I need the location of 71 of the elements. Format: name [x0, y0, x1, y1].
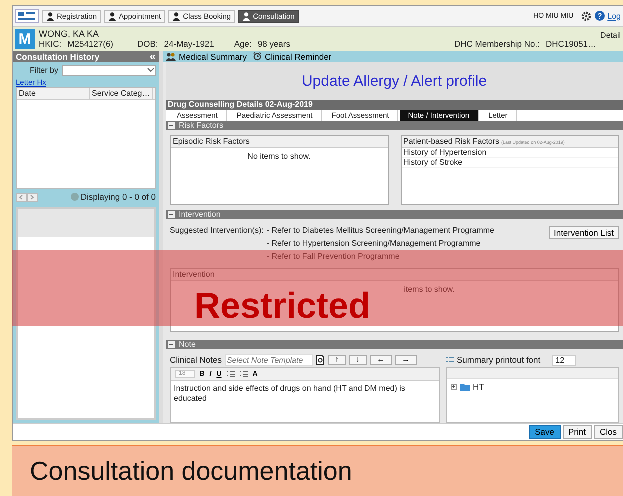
person-icon — [46, 12, 55, 20]
notes-label: Clinical Notes — [170, 355, 222, 365]
person-icon — [242, 12, 252, 20]
dropdown-caret-icon[interactable] — [147, 66, 155, 74]
column-header[interactable]: Date — [17, 88, 90, 99]
intervention-list-button[interactable]: Intervention List — [548, 226, 619, 239]
toolbar-button[interactable]: Medical Summary — [166, 52, 248, 62]
collapse-icon[interactable] — [168, 122, 175, 129]
column-header: Episodic Risk Factors — [173, 137, 250, 146]
dob-value: 24-May-1921 — [164, 39, 214, 49]
arrow-button[interactable]: ↓ — [348, 355, 367, 365]
patient-name: WONG, KA KA — [39, 29, 100, 39]
footer-button[interactable]: Clos — [594, 425, 623, 439]
membership-value: DHC19051… — [546, 39, 597, 49]
arrow-button[interactable]: → — [394, 355, 417, 365]
pager-text: Displaying 0 - 0 of 0 — [80, 192, 156, 202]
document-icon[interactable] — [316, 355, 325, 365]
hkic-value: M254127(6) — [68, 39, 114, 49]
person-icon — [172, 12, 182, 20]
section-header: Drug Counselling Details 02-Aug-2019 — [166, 100, 623, 110]
list-icon — [446, 356, 454, 364]
numbered-list-icon[interactable] — [226, 370, 235, 378]
person-icon — [108, 12, 118, 20]
alarm-clock-icon — [253, 52, 262, 61]
people-icon — [166, 52, 176, 60]
page-title: Update Allergy / Alert profile — [302, 72, 488, 90]
empty-message: items to show. — [403, 284, 455, 294]
dob-label: DOB: — [138, 39, 158, 49]
column-header: Patient-based Risk Factors — [404, 137, 500, 146]
footer-button[interactable]: Print — [562, 425, 592, 439]
column-header[interactable]: Service Categ… — [90, 88, 154, 99]
arrow-button[interactable]: ↑ — [328, 355, 346, 365]
help-icon[interactable] — [594, 11, 605, 21]
collapse-button[interactable]: « — [150, 52, 156, 62]
patient-initial: M — [15, 29, 35, 49]
hkic-label: HKIC: — [39, 39, 62, 49]
arrow-button[interactable]: ← — [370, 355, 392, 365]
template-field[interactable]: Select Note Template — [224, 354, 313, 366]
membership-label: DHC Membership No.: — [454, 39, 540, 49]
font-label: Summary printout font — [457, 355, 541, 365]
detail-link[interactable]: Detail — [600, 31, 621, 40]
folder-icon — [460, 384, 470, 390]
collapse-icon[interactable] — [168, 341, 175, 348]
risk-item[interactable]: History of Hypertension — [402, 148, 618, 158]
expander-icon[interactable] — [451, 384, 457, 390]
age-label: Age: — [234, 39, 252, 49]
logout-link[interactable]: Log — [608, 12, 621, 20]
risk-item[interactable]: History of Stroke — [402, 158, 618, 168]
empty-message: No items to show. — [248, 151, 311, 161]
suggested-label: Suggested Intervention(s): — [170, 226, 264, 237]
settings-icon[interactable] — [580, 10, 592, 22]
suggestion-text: - Refer to Diabetes Mellitus Screening/Management Programme — [266, 226, 494, 235]
age-value: 98 years — [258, 39, 290, 49]
panel-title: Consultation History — [16, 52, 100, 62]
footer-button[interactable]: Save — [529, 425, 560, 439]
suggestion-text: - Refer to Hypertension Screening/Management Programme — [266, 239, 482, 248]
filter-label: Filter by — [30, 66, 58, 75]
restricted-label: Restricted — [194, 286, 371, 326]
suggestion-text: - Refer to Fall Prevention Programme — [266, 252, 401, 261]
toolbar-button[interactable]: Clinical Reminder — [253, 52, 332, 62]
column-header: Intervention — [173, 270, 215, 279]
section-title: Note — [179, 340, 196, 349]
slide-caption: Consultation documentation — [12, 445, 623, 496]
section-title: Intervention — [179, 210, 221, 219]
notes-text: Instruction and side effects of drugs on hand (HT and DM med) is educated — [173, 383, 406, 405]
font-size-spinner[interactable]: 12 — [552, 354, 576, 366]
info-icon — [70, 193, 79, 201]
collapse-icon[interactable] — [168, 211, 175, 218]
section-title: Risk Factors — [179, 121, 224, 130]
tree-item[interactable]: HT — [473, 382, 484, 392]
bullet-list-icon[interactable] — [240, 370, 248, 378]
